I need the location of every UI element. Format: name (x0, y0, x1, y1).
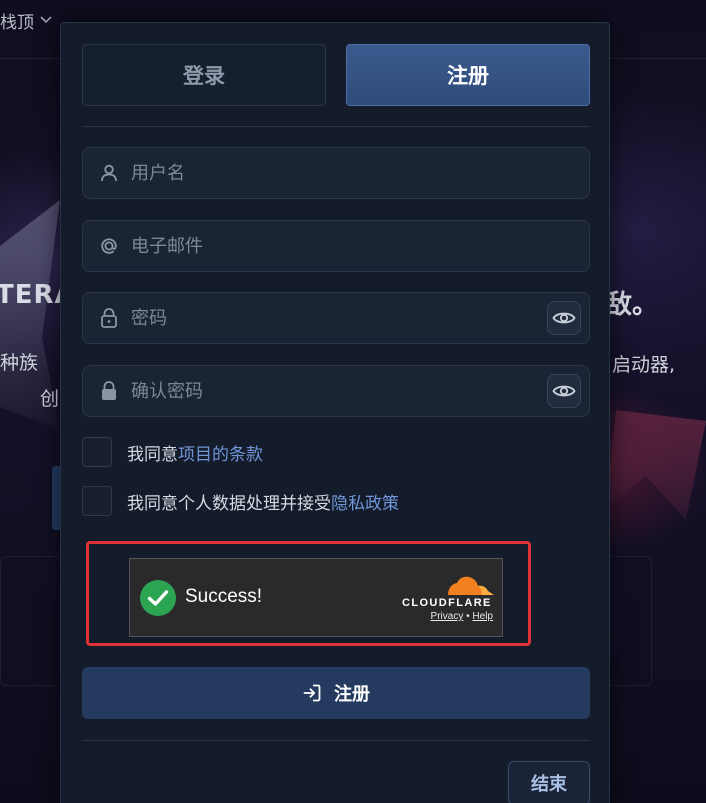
confirm-password-input[interactable] (131, 366, 547, 416)
password-input[interactable] (131, 293, 547, 343)
tab-register[interactable]: 注册 (346, 44, 590, 106)
background-text-left-1: 种族 (0, 352, 39, 374)
help-link[interactable]: Help (472, 611, 493, 622)
eye-icon (552, 312, 576, 324)
cloudflare-captcha-widget[interactable]: Success! CLOUDFLARE Privacy • Help (129, 558, 503, 637)
show-password-button[interactable] (547, 301, 581, 335)
terms-checkbox[interactable] (82, 437, 112, 467)
terms-prefix: 我同意 (127, 444, 178, 465)
divider (82, 126, 590, 127)
confirm-password-field[interactable] (82, 365, 590, 417)
lock-icon (83, 307, 131, 329)
show-confirm-password-button[interactable] (547, 374, 581, 408)
password-field[interactable] (82, 292, 590, 344)
username-input[interactable] (131, 148, 589, 198)
end-button[interactable]: 结束 (508, 761, 590, 803)
terms-link[interactable]: 项目的条款 (178, 445, 263, 465)
chevron-down-icon (40, 13, 52, 27)
register-submit-label: 注册 (334, 684, 370, 705)
terms-label: 我同意项目的条款 (127, 440, 263, 465)
background-nav-label[interactable]: 栈顶 (0, 8, 34, 33)
privacy-agreement-row: 我同意个人数据处理并接受隐私政策 (82, 486, 399, 516)
cloudflare-brand: CLOUDFLARE (402, 597, 492, 609)
privacy-label: 我同意个人数据处理并接受隐私政策 (127, 489, 399, 514)
terms-agreement-row: 我同意项目的条款 (82, 437, 263, 467)
user-icon (83, 163, 131, 183)
auth-modal: 登录 注册 用户名 电子邮件 我同意项目的条款 我同意个人数据处理并接受隐私政策… (60, 22, 610, 803)
privacy-checkbox[interactable] (82, 486, 112, 516)
privacy-policy-link[interactable]: 隐私政策 (331, 494, 399, 514)
at-sign-icon (83, 235, 131, 257)
sign-in-icon (302, 683, 322, 703)
background-text-left-2: 创 (40, 388, 60, 410)
eye-icon (552, 385, 576, 397)
success-check-icon (140, 580, 176, 616)
background-headline-right: 敌。 (606, 290, 659, 320)
divider (82, 740, 590, 741)
email-field[interactable] (82, 220, 590, 272)
tab-login[interactable]: 登录 (82, 44, 326, 106)
email-input[interactable] (131, 221, 589, 271)
privacy-prefix: 我同意个人数据处理并接受 (127, 493, 331, 514)
lock-icon (83, 380, 131, 402)
links-separator: • (466, 611, 470, 622)
cloudflare-links: Privacy • Help (431, 611, 493, 622)
privacy-link[interactable]: Privacy (431, 611, 464, 622)
captcha-status: Success! (185, 586, 263, 607)
background-text-right: 启动器, (612, 354, 676, 376)
register-submit-button[interactable]: 注册 (82, 667, 590, 719)
username-field[interactable] (82, 147, 590, 199)
